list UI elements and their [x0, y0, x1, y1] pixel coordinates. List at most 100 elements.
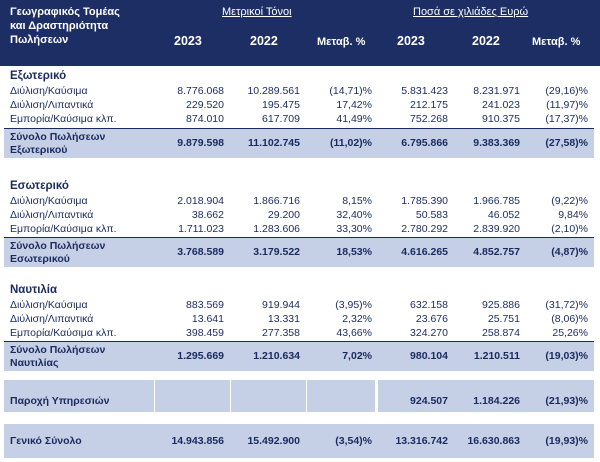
header-label-line2: και Δραστηριότητα	[10, 20, 109, 32]
row-label: Εμπορία/Καύσιμα κλπ.	[10, 113, 117, 125]
services-label: Παροχή Υπηρεσιών	[10, 395, 110, 407]
table-row: Διύλιση/Καύσιμα 2.018.904 1.866.716 8,15…	[0, 195, 600, 208]
cell-eur-2023: 2.780.292	[401, 223, 448, 235]
table-row: Εμπορία/Καύσιμα κλπ. 1.711.023 1.283.606…	[0, 223, 600, 236]
cell-tons-2023: 883.569	[186, 299, 224, 311]
cell-tons-2022: 277.358	[262, 327, 300, 339]
group-header-eur: Ποσά σε χιλιάδες Ευρώ	[413, 6, 529, 18]
cell-tons-change: 41,49%	[336, 113, 372, 125]
cell-eur-2022: 241.023	[482, 99, 520, 111]
cell-eur-2023: 23.676	[415, 313, 448, 325]
col-year-2022-eur: 2022	[472, 34, 500, 48]
cell-tons-2022: 617.709	[262, 113, 300, 125]
cell-tons-2023: 13.641	[191, 313, 224, 325]
cell-eur-2023: 6.795.866	[401, 137, 448, 149]
cell-eur-2023: 1.785.390	[401, 195, 448, 207]
col-year-2023-eur: 2023	[397, 34, 425, 48]
cell-eur-change: (19,93)%	[545, 435, 588, 447]
cell-eur-2023: 324.270	[410, 327, 448, 339]
cell-tons-change: 33,30%	[336, 223, 372, 235]
cell-tons-2023: 3.768.589	[177, 246, 224, 258]
cell-tons-2022: 919.944	[262, 299, 300, 311]
table-row: Διύλιση/Καύσιμα 8.776.068 10.289.561 (14…	[0, 85, 600, 98]
cell-tons-2023: 14.943.856	[171, 435, 224, 447]
cell-tons-change: 43,66%	[336, 327, 372, 339]
section-title-external: Εξωτερικό	[10, 70, 67, 82]
section-title-shipping: Ναυτιλία	[10, 284, 58, 296]
table-row: Εμπορία/Καύσιμα κλπ. 398.459 277.358 43,…	[0, 327, 600, 340]
cell-eur-change: (27,58)%	[545, 137, 588, 149]
cell-eur-change: (31,72)%	[545, 299, 588, 311]
col-change-eur: Μεταβ. %	[532, 36, 581, 48]
row-label: Διύλιση/Λιπαντικά	[10, 99, 94, 111]
table-row: Διύλιση/Λιπαντικά 13.641 13.331 2,32% 23…	[0, 313, 600, 326]
cell-tons-change: 18,53%	[336, 246, 372, 258]
cell-eur-change: (2,10)%	[551, 223, 588, 235]
cell-eur-2022: 9.383.369	[473, 137, 520, 149]
row-label: Διύλιση/Καύσιμα	[10, 195, 88, 207]
cell-eur-change: 25,26%	[552, 327, 588, 339]
table-row: Εμπορία/Καύσιμα κλπ. 874.010 617.709 41,…	[0, 113, 600, 126]
cell-eur-2023: 632.158	[410, 299, 448, 311]
cell-tons-change: 2,32%	[342, 313, 372, 325]
col-year-2022-tons: 2022	[250, 34, 278, 48]
cell-eur-2022: 8.231.971	[473, 85, 520, 97]
grand-total-row: Γενικό Σύνολο 14.943.856 15.492.900 (3,5…	[0, 435, 600, 448]
grand-total-label: Γενικό Σύνολο	[10, 435, 82, 447]
cell-tons-2022: 10.289.561	[247, 85, 300, 97]
row-label: Διύλιση/Καύσιμα	[10, 85, 88, 97]
cell-tons-change: 8,15%	[342, 195, 372, 207]
cell-eur-2023: 4.616.265	[401, 246, 448, 258]
cell-tons-2022: 11.102.745	[248, 137, 300, 149]
row-label: Διύλιση/Λιπαντικά	[10, 313, 94, 325]
cell-eur-2022: 1.210.511	[473, 350, 520, 362]
group-header-tons: Μετρικοί Τόνοι	[222, 6, 292, 18]
cell-eur-2022: 1.184.226	[473, 395, 520, 407]
cell-eur-change: (21,93)%	[545, 395, 588, 407]
cell-tons-2022: 1.866.716	[253, 195, 300, 207]
cell-tons-change: (11,02)%	[329, 137, 372, 149]
cell-tons-2023: 8.776.068	[177, 85, 224, 97]
cell-tons-2023: 38.662	[191, 209, 224, 221]
header-label-line1: Γεωγραφικός Τομέας	[10, 6, 120, 18]
cell-tons-2022: 3.179.522	[253, 246, 300, 258]
subtotal-numbers-external: 9.879.598 11.102.745 (11,02)% 6.795.866 …	[0, 137, 600, 150]
cell-eur-change: (17,37)%	[545, 113, 588, 125]
cell-eur-2022: 910.375	[482, 113, 520, 125]
cell-eur-change: (8,06)%	[551, 313, 588, 325]
cell-tons-change: (14,71)%	[329, 85, 372, 97]
cell-eur-2022: 16.630.863	[467, 435, 520, 447]
header-label-line3: Πωλήσεων	[10, 34, 69, 46]
cell-eur-2023: 212.175	[410, 99, 448, 111]
cell-eur-change: (29,16)%	[545, 85, 588, 97]
section-title-domestic: Εσωτερικό	[10, 180, 69, 192]
table-row: Διύλιση/Λιπαντικά 38.662 29.200 32,40% 5…	[0, 209, 600, 222]
table-header: Γεωγραφικός Τομέας και Δραστηριότητα Πωλ…	[0, 0, 600, 66]
cell-tons-2022: 29.200	[267, 209, 300, 221]
cell-eur-change: (9,22)%	[551, 195, 588, 207]
cell-eur-2023: 980.104	[410, 350, 448, 362]
cell-tons-2023: 1.295.669	[177, 350, 224, 362]
cell-eur-2022: 25.751	[487, 313, 520, 325]
cell-tons-change: 7,02%	[342, 350, 372, 362]
cell-tons-2022: 1.283.606	[253, 223, 300, 235]
col-year-2023-tons: 2023	[174, 34, 202, 48]
cell-eur-2022: 1.966.785	[473, 195, 520, 207]
cell-tons-change: (3,54)%	[335, 435, 372, 447]
cell-tons-change: 17,42%	[336, 99, 372, 111]
row-label: Εμπορία/Καύσιμα κλπ.	[10, 327, 117, 339]
row-label: Διύλιση/Καύσιμα	[10, 299, 88, 311]
cell-eur-2023: 924.507	[410, 395, 448, 407]
cell-eur-2023: 5.831.423	[401, 85, 448, 97]
cell-tons-2023: 9.879.598	[177, 137, 224, 149]
cell-eur-change: (11,97)%	[546, 99, 588, 111]
cell-tons-change: (3,95)%	[335, 299, 372, 311]
services-row: Παροχή Υπηρεσιών 924.507 1.184.226 (21,9…	[0, 395, 600, 408]
cell-tons-2023: 2.018.904	[177, 195, 224, 207]
cell-tons-2023: 874.010	[186, 113, 224, 125]
cell-eur-2022: 4.852.757	[473, 246, 520, 258]
cell-eur-change: 9,84%	[558, 209, 588, 221]
cell-tons-2023: 1.711.023	[178, 223, 224, 235]
cell-eur-2023: 752.268	[410, 113, 448, 125]
row-label: Εμπορία/Καύσιμα κλπ.	[10, 223, 117, 235]
